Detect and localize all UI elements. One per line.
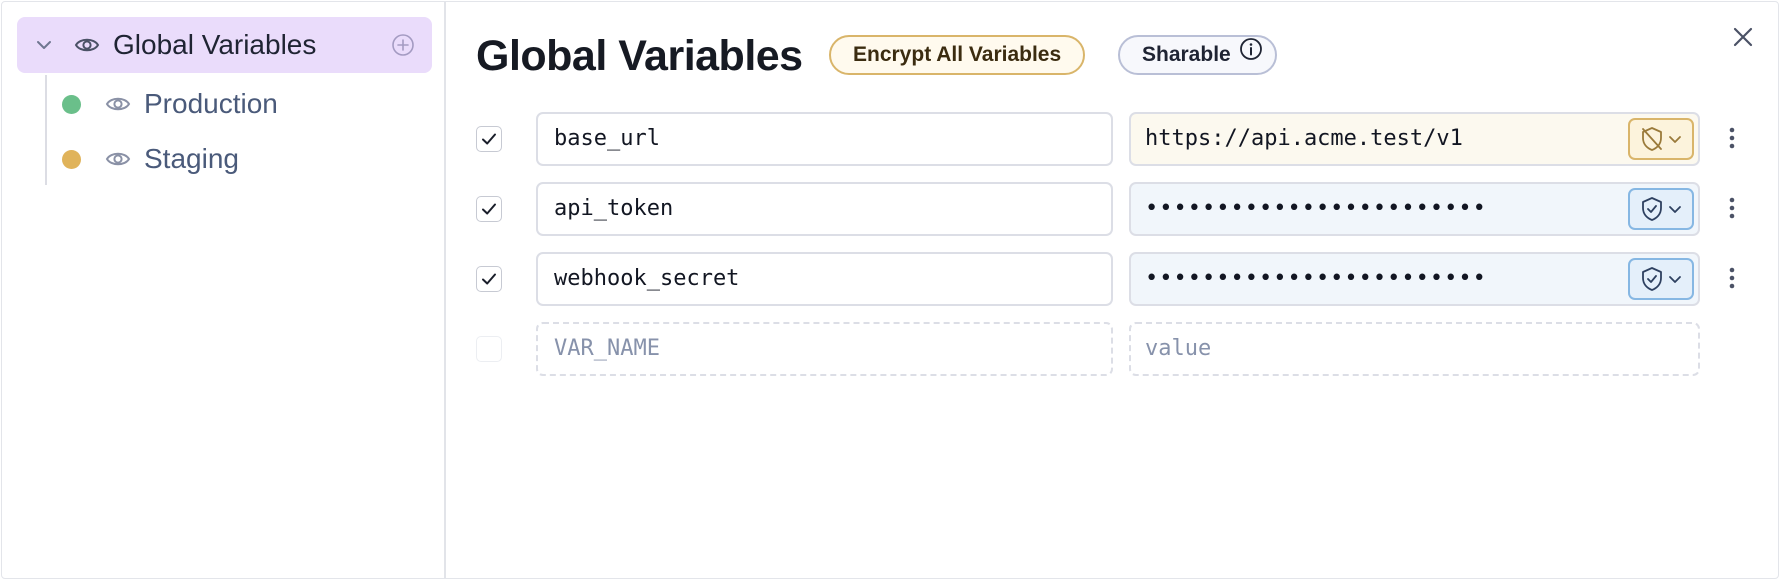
eye-icon[interactable]	[105, 91, 131, 122]
variable-value-text: https://api.acme.test/v1	[1145, 126, 1463, 151]
variable-name-field[interactable]: base_url	[536, 112, 1113, 166]
row-more-options-icon[interactable]	[1728, 196, 1736, 225]
add-environment-icon[interactable]	[391, 33, 415, 62]
chevron-down-icon	[1669, 206, 1681, 213]
sharable-toggle-button[interactable]: Sharable	[1118, 35, 1277, 75]
variable-row: api_token ••••••••••••••••••••••••	[448, 180, 1758, 236]
environment-color-dot	[62, 95, 81, 114]
variable-value-field[interactable]: ••••••••••••••••••••••••	[1129, 182, 1700, 236]
new-variable-name-input[interactable]: VAR_NAME	[536, 322, 1113, 376]
row-more-options-icon[interactable]	[1728, 266, 1736, 295]
encryption-toggle-dropdown[interactable]	[1628, 258, 1694, 300]
chevron-down-icon	[1669, 276, 1681, 283]
environment-sidebar: Global Variables Production Staging	[2, 2, 446, 578]
variable-row: webhook_secret ••••••••••••••••••••••••	[448, 250, 1758, 306]
environment-editor-window: Global Variables Production Staging Glob…	[1, 1, 1779, 579]
shield-check-icon	[1642, 197, 1662, 221]
variable-name-field[interactable]: api_token	[536, 182, 1113, 236]
info-icon[interactable]	[1239, 37, 1263, 73]
variable-enabled-checkbox[interactable]	[476, 336, 502, 362]
sidebar-item-label: Global Variables	[113, 29, 317, 60]
chevron-down-icon	[1669, 136, 1681, 143]
encryption-toggle-dropdown[interactable]	[1628, 118, 1694, 160]
environment-color-dot	[62, 150, 81, 169]
chevron-down-icon[interactable]	[35, 36, 53, 59]
page-title: Global Variables	[476, 32, 803, 80]
variables-panel: Global Variables Encrypt All Variables S…	[448, 2, 1778, 578]
variable-value-field[interactable]: ••••••••••••••••••••••••	[1129, 252, 1700, 306]
variable-value-field[interactable]: https://api.acme.test/v1	[1129, 112, 1700, 166]
sharable-label: Sharable	[1142, 43, 1231, 66]
variable-row: base_url https://api.acme.test/v1	[448, 110, 1758, 166]
variable-value-masked: ••••••••••••••••••••••••	[1145, 196, 1487, 221]
new-variable-value-input[interactable]: value	[1129, 322, 1700, 376]
variable-value-masked: ••••••••••••••••••••••••	[1145, 266, 1487, 291]
shield-check-icon	[1642, 267, 1662, 291]
variable-name-field[interactable]: webhook_secret	[536, 252, 1113, 306]
variable-enabled-checkbox[interactable]	[476, 266, 502, 292]
sidebar-item-production[interactable]: Production	[42, 79, 422, 129]
sidebar-item-staging[interactable]: Staging	[42, 134, 422, 184]
eye-icon[interactable]	[105, 146, 131, 177]
eye-icon[interactable]	[74, 32, 100, 63]
sidebar-item-global-variables[interactable]: Global Variables	[17, 17, 432, 73]
shield-off-icon	[1642, 127, 1662, 151]
close-icon[interactable]	[1732, 26, 1754, 53]
sidebar-item-label: Production	[144, 88, 278, 119]
encryption-toggle-dropdown[interactable]	[1628, 188, 1694, 230]
row-more-options-icon[interactable]	[1728, 126, 1736, 155]
encrypt-all-button[interactable]: Encrypt All Variables	[829, 35, 1086, 75]
variable-enabled-checkbox[interactable]	[476, 196, 502, 222]
sidebar-item-label: Staging	[144, 143, 239, 174]
new-variable-row: VAR_NAME value	[448, 320, 1758, 376]
variable-enabled-checkbox[interactable]	[476, 126, 502, 152]
